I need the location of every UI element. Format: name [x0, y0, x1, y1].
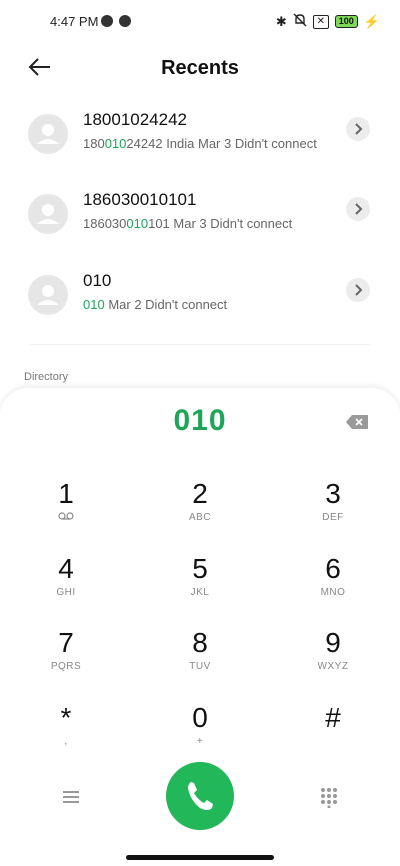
page-title: Recents	[161, 57, 239, 79]
app-notification-icon	[119, 15, 131, 27]
delete-button[interactable]	[345, 414, 369, 430]
dial-key-hash[interactable]: #	[278, 702, 388, 772]
dial-key-7[interactable]: 7 PQRS	[11, 627, 121, 697]
backspace-icon	[346, 415, 368, 429]
app-header: Recents	[0, 48, 400, 88]
call-detail: 186030010101 Mar 3 Didn't connect	[83, 216, 293, 231]
status-time: 4:47 PM	[50, 14, 99, 29]
charging-icon: ⚡	[363, 13, 380, 29]
details-button[interactable]	[346, 117, 370, 141]
dialpad-panel: 010 1 2 ABC 3 DEF 4 GHI 5 JKL 6 MNO 7 PQ…	[0, 388, 400, 866]
dial-key-5[interactable]: 5 JKL	[145, 553, 255, 623]
contact-number: 186030010101	[83, 190, 197, 209]
dial-key-star[interactable]: * ,	[11, 702, 121, 772]
dial-key-2[interactable]: 2 ABC	[145, 478, 255, 548]
call-button[interactable]	[166, 762, 234, 830]
battery-icon: 100	[334, 15, 358, 28]
dialpad-toggle-button[interactable]	[318, 786, 340, 809]
dial-key-1[interactable]: 1	[11, 478, 121, 548]
call-detail: 010 Mar 2 Didn't connect	[83, 297, 228, 312]
phone-icon	[188, 782, 213, 810]
status-bar: 4:47 PM ✱ ✕ 100 ⚡	[0, 0, 400, 44]
list-item[interactable]: 186030010101 186030010101 Mar 3 Didn't c…	[0, 180, 400, 250]
no-sim-icon: ✕	[312, 14, 329, 29]
home-indicator[interactable]	[126, 855, 274, 860]
bluetooth-icon: ✱	[275, 13, 287, 29]
voicemail-icon	[11, 512, 121, 523]
dial-key-6[interactable]: 6 MNO	[278, 553, 388, 623]
section-label-directory: Directory	[24, 371, 69, 383]
list-item[interactable]: 18001024242 18001024242 India Mar 3 Didn…	[0, 100, 400, 170]
person-icon	[28, 275, 68, 315]
dial-key-9[interactable]: 9 WXYZ	[278, 627, 388, 697]
status-icons: ✱ ✕ 100 ⚡	[276, 13, 380, 30]
person-icon	[28, 194, 68, 234]
details-button[interactable]	[346, 197, 370, 221]
divider	[30, 344, 370, 345]
contact-number: 18001024242	[83, 110, 188, 129]
silent-icon	[293, 13, 307, 30]
chevron-right-icon	[355, 123, 363, 135]
person-icon	[28, 114, 68, 154]
chevron-right-icon	[355, 203, 363, 215]
details-button[interactable]	[346, 278, 370, 302]
menu-button[interactable]	[60, 788, 82, 806]
menu-icon	[63, 791, 79, 803]
app-notification-icon	[101, 15, 113, 27]
dial-key-8[interactable]: 8 TUV	[145, 627, 255, 697]
match-highlight: 010	[126, 216, 149, 231]
dial-key-4[interactable]: 4 GHI	[11, 553, 121, 623]
match-highlight: 010	[104, 136, 127, 151]
match-highlight: 010	[83, 297, 105, 312]
dialed-number: 010	[173, 404, 227, 437]
dialpad-icon	[321, 788, 337, 809]
contact-number: 010	[83, 271, 112, 290]
list-item[interactable]: 010 010 Mar 2 Didn't connect	[0, 261, 400, 331]
chevron-right-icon	[355, 284, 363, 296]
call-detail: 18001024242 India Mar 3 Didn't connect	[83, 136, 317, 151]
dial-key-3[interactable]: 3 DEF	[278, 478, 388, 548]
